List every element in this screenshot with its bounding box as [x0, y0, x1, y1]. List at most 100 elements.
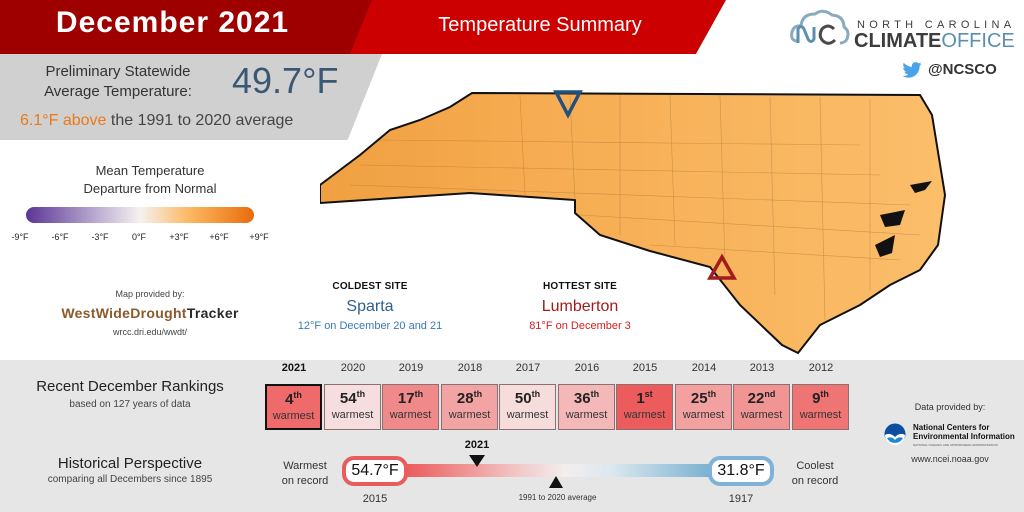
legend-color-bar [26, 207, 254, 223]
ranking-value: 28th [442, 389, 497, 407]
wwdt-logo-part1: WestWideDrought [61, 305, 187, 321]
ranking-cell: 4th warmest [265, 384, 322, 430]
warmest-year: 2015 [362, 493, 388, 505]
legend-tick: -6°F [51, 232, 69, 242]
hottest-site-heading: HOTTEST SITE [542, 281, 618, 292]
ranking-year: 2020 [340, 362, 366, 374]
hottest-site-name: Lumberton [541, 298, 619, 315]
statewide-label-line1: Preliminary Statewide [45, 63, 191, 80]
coolest-label-line1: Coolest [796, 460, 834, 472]
page-title: December 2021 [55, 6, 290, 39]
ranking-value: 25th [676, 389, 731, 407]
hottest-site-detail: 81°F on December 3 [529, 320, 631, 332]
legend-tick: -3°F [91, 232, 109, 242]
ranking-cell: 28th warmest [441, 384, 498, 430]
ranking-suffix: nd [764, 389, 776, 399]
ncei-name-line2: Environmental Information [913, 432, 1015, 441]
ranking-value: 54th [325, 389, 380, 407]
coolest-year: 1917 [728, 493, 754, 505]
legend-title-line2: Departure from Normal [83, 181, 217, 196]
twitter-handle[interactable]: @NCSCO [928, 61, 997, 78]
twitter-icon[interactable] [902, 62, 922, 78]
statewide-label: Preliminary Statewide Average Temperatur… [18, 62, 218, 102]
ranking-suffix: th [356, 389, 366, 399]
nc-climate-office-cloud-icon [790, 9, 850, 45]
legend-tick: -9°F [11, 232, 29, 242]
ranking-suffix: th [820, 389, 829, 399]
warmest-label-line1: Warmest [283, 460, 327, 472]
ranking-suffix: th [590, 389, 600, 399]
ncei-url[interactable]: www.ncei.noaa.gov [880, 454, 1020, 464]
data-credit-label: Data provided by: [914, 402, 986, 412]
ranking-value: 9th [793, 389, 848, 407]
ranking-value: 1st [617, 389, 672, 407]
warmest-value-pill: 54.7°F [342, 456, 408, 486]
legend-title: Mean Temperature Departure from Normal [30, 162, 270, 198]
ranking-label: warmest [506, 409, 549, 421]
ranking-label: warmest [682, 409, 725, 421]
ranking-suffix: th [707, 389, 717, 399]
map-credit-url[interactable]: wrcc.dri.edu/wwdt/ [30, 327, 270, 337]
ranking-label: warmest [740, 409, 783, 421]
coldest-site-name: Sparta [346, 298, 394, 315]
ranking-year: 2021 [281, 362, 307, 374]
ranking-suffix: th [293, 390, 302, 400]
ranking-year: 2017 [515, 362, 541, 374]
current-year-marker-label: 2021 [464, 439, 490, 451]
departure-highlight: 6.1°F above [20, 112, 107, 129]
brand-office: OFFICE [941, 30, 1015, 52]
wwdt-logo[interactable]: WestWideDroughtTracker [30, 305, 270, 321]
legend-tick: +6°F [209, 232, 229, 242]
ranking-value: 50th [500, 389, 555, 407]
brand-climate: CLIMATE [854, 30, 942, 52]
ranking-year: 2015 [632, 362, 658, 374]
ranking-cell: 25th warmest [675, 384, 732, 430]
ranking-number: 50 [514, 390, 532, 407]
nc-temperature-map [320, 90, 947, 355]
ranking-label: warmest [389, 409, 432, 421]
rankings-subtitle: based on 127 years of data [69, 399, 191, 410]
ranking-label: warmest [331, 409, 374, 421]
coolest-on-record-label: Coolest on record [780, 459, 850, 489]
ranking-number: 17 [397, 390, 415, 407]
ranking-suffix: th [473, 389, 483, 399]
page-subtitle: Temperature Summary [438, 14, 642, 36]
ranking-cell: 54th warmest [324, 384, 381, 430]
ranking-label: warmest [272, 410, 315, 422]
noaa-logo-icon[interactable] [884, 423, 906, 445]
map-credit-label: Map provided by: [115, 289, 185, 299]
ranking-year: 2014 [691, 362, 717, 374]
statewide-label-line2: Average Temperature: [44, 83, 192, 100]
ranking-suffix: st [644, 389, 653, 399]
ranking-value: 17th [383, 389, 438, 407]
current-year-marker [469, 455, 485, 467]
ranking-label: warmest [799, 409, 842, 421]
ncei-name: National Centers for Environmental Infor… [913, 423, 1015, 441]
ranking-cell: 36th warmest [558, 384, 615, 430]
brand-line2: CLIMATEOFFICE [854, 30, 1015, 53]
legend-tick: 0°F [131, 232, 147, 242]
ncei-subtitle: NATIONAL OCEANIC AND ATMOSPHERIC ADMINIS… [913, 443, 998, 447]
ranking-number: 25 [690, 390, 708, 407]
ranking-year: 2018 [457, 362, 483, 374]
ranking-number: 28 [456, 390, 474, 407]
coolest-value-pill: 31.8°F [708, 456, 774, 486]
ranking-number: 22 [747, 390, 765, 407]
wwdt-logo-part2: Tracker [186, 305, 239, 321]
ranking-label: warmest [448, 409, 491, 421]
ranking-value: 36th [559, 389, 614, 407]
ranking-cell: 1st warmest [616, 384, 673, 430]
warmest-on-record-label: Warmest on record [272, 459, 338, 489]
ranking-value: 4th [267, 390, 320, 408]
ranking-year: 2012 [808, 362, 834, 374]
historical-title: Historical Perspective [57, 455, 203, 472]
ranking-number: 54 [339, 390, 357, 407]
ranking-value: 22nd [734, 389, 789, 407]
ncei-name-line1: National Centers for [913, 423, 990, 432]
departure-text: the 1991 to 2020 average [106, 112, 294, 129]
ranking-cell: 9th warmest [792, 384, 849, 430]
historical-range-bar [405, 464, 725, 477]
statewide-departure: 6.1°F above the 1991 to 2020 average [20, 112, 293, 130]
ranking-year: 2013 [749, 362, 775, 374]
ranking-label: warmest [623, 409, 666, 421]
